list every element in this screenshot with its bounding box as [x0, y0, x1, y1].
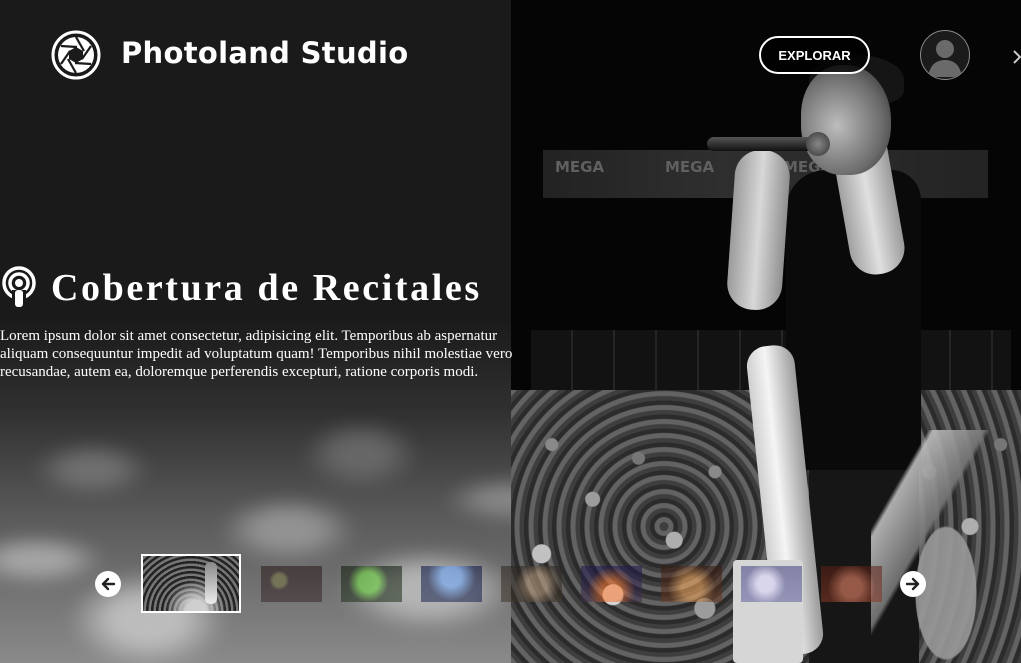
carousel-thumbnail[interactable]	[501, 566, 562, 602]
chevron-right-icon[interactable]	[1013, 50, 1021, 64]
section-description: Lorem ipsum dolor sit amet consectetur, …	[0, 328, 513, 380]
hero-background-photo: MEGA MEGA MEGA	[511, 0, 1021, 663]
arrow-left-icon[interactable]	[95, 571, 121, 597]
carousel-thumbnail[interactable]	[421, 566, 482, 602]
camera-aperture-icon[interactable]	[51, 30, 101, 80]
carousel-thumbnail[interactable]	[581, 566, 642, 602]
user-avatar-icon[interactable]	[920, 30, 970, 80]
arrow-right-icon[interactable]	[900, 571, 926, 597]
saxophone	[871, 430, 1021, 663]
explore-button[interactable]: EXPLORAR	[759, 36, 870, 74]
blurred-crowd	[0, 380, 511, 663]
carousel-thumbnail[interactable]	[821, 566, 882, 602]
carousel-thumbnail[interactable]	[741, 566, 802, 602]
carousel-thumbnail[interactable]	[261, 566, 322, 602]
carousel-thumbnail-active[interactable]	[141, 554, 241, 613]
podcast-broadcast-icon	[0, 266, 38, 308]
section-title: Cobertura de Recitales	[51, 267, 482, 309]
banner-text: MEGA	[555, 158, 605, 176]
carousel-thumbnail[interactable]	[341, 566, 402, 602]
brand-name[interactable]: Photoland Studio	[121, 36, 408, 70]
carousel-thumbnail[interactable]	[661, 566, 722, 602]
